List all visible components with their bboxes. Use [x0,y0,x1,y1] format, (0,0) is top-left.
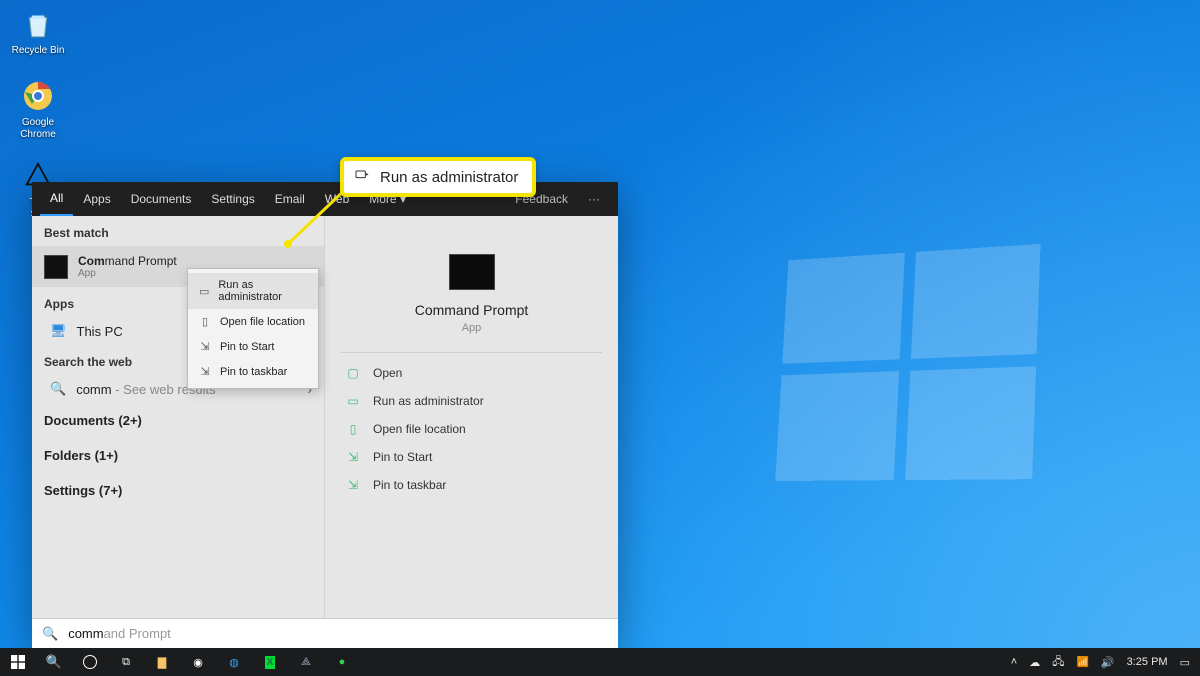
admin-shield-icon: ▭ [345,394,361,408]
result-label: This PC [77,324,123,339]
admin-shield-icon: ▭ [198,285,210,298]
folder-icon: ▯ [198,315,212,328]
volume-icon[interactable]: 🔊 [1101,656,1115,669]
clock[interactable]: 3:25 PM [1127,656,1168,668]
chrome-icon [20,78,56,114]
search-button[interactable]: 🔍 [36,648,72,676]
task-view-button[interactable]: ⧉ [108,648,144,676]
folder-icon: ▇ [158,656,166,669]
pin-icon: ⇲ [345,478,361,492]
menu-label: Run as administrator [218,279,308,303]
preview-title: Command Prompt [325,302,618,318]
result-title: Command Prompt [78,254,177,268]
menu-open-file-location[interactable]: ▯ Open file location [188,309,318,334]
menu-label: Open file location [220,316,305,328]
preview-action-pin-start[interactable]: ⇲ Pin to Start [325,443,618,471]
taskbar: 🔍 ⧉ ▇ ◉ ◍ X ⟁ ● ˄ ☁ 🖧 📶 🔊 3:25 PM ▭ [0,648,1200,676]
search-icon: 🔍 [46,654,62,670]
web-query-text: comm [76,382,111,397]
action-label: Open [373,366,402,380]
search-icon: 🔍 [42,626,58,642]
taskview-icon: ⧉ [122,656,130,669]
action-label: Open file location [373,422,466,436]
excel-icon: X [265,656,276,669]
context-menu: ▭ Run as administrator ▯ Open file locat… [187,268,319,389]
taskbar-app-chrome[interactable]: ◉ [180,648,216,676]
edge-icon: ◍ [229,656,239,669]
folder-icon: ▯ [345,422,361,436]
search-preview-pane: Command Prompt App ▢ Open ▭ Run as admin… [325,216,618,618]
search-suggest-text: and Prompt [104,626,171,641]
taskbar-app-edge[interactable]: ◍ [216,648,252,676]
desktop-icon-label: Recycle Bin [6,45,70,57]
desktop-icon-label: Google Chrome [6,117,70,141]
start-search-panel: All Apps Documents Settings Email Web Mo… [32,182,618,648]
preview-action-open[interactable]: ▢ Open [325,359,618,387]
tab-more-menu[interactable]: ··· [578,183,610,215]
notifications-icon[interactable]: ▭ [1180,656,1190,669]
pin-icon: ⇲ [198,340,212,353]
section-best-match: Best match [32,216,324,246]
tray-overflow-icon[interactable]: ˄ [1011,656,1017,668]
action-label: Pin to taskbar [373,478,446,492]
preview-action-file-location[interactable]: ▯ Open file location [325,415,618,443]
search-left-column: Best match Command Prompt App ▭ Run as a… [32,216,325,618]
preview-action-run-admin[interactable]: ▭ Run as administrator [325,387,618,415]
onedrive-icon[interactable]: ☁ [1029,656,1040,669]
steam-icon: ⟁ [301,656,311,669]
tab-email[interactable]: Email [265,183,315,215]
tab-documents[interactable]: Documents [121,183,202,215]
network-icon[interactable]: 🖧 [1052,653,1064,672]
desktop-icon-recycle-bin[interactable]: Recycle Bin [6,6,70,57]
pin-icon: ⇲ [345,450,361,464]
wallpaper-windows-logo [775,244,1040,481]
tab-apps[interactable]: Apps [73,183,120,215]
circle-icon [83,655,97,669]
preview-type: App [341,322,602,353]
this-pc-icon: 🖥 [50,323,67,339]
command-prompt-icon [44,255,68,279]
taskbar-app-excel[interactable]: X [252,648,288,676]
tab-all[interactable]: All [40,182,73,216]
taskbar-app-explorer[interactable]: ▇ [144,648,180,676]
preview-action-pin-taskbar[interactable]: ⇲ Pin to taskbar [325,471,618,499]
callout-label: Run as administrator [380,169,518,186]
recycle-bin-icon [20,6,56,42]
menu-label: Pin to taskbar [220,366,287,378]
search-typed-text: comm [68,626,103,641]
action-label: Pin to Start [373,450,432,464]
taskbar-app-steam[interactable]: ⟁ [288,648,324,676]
app-icon: ● [339,656,346,668]
menu-run-as-admin[interactable]: ▭ Run as administrator [188,273,318,309]
search-icon: 🔍 [50,381,66,397]
cortana-button[interactable] [72,648,108,676]
action-label: Run as administrator [373,394,484,408]
section-folders[interactable]: Folders (1+) [32,438,324,473]
tab-settings[interactable]: Settings [201,183,264,215]
system-tray: ˄ ☁ 🖧 📶 🔊 3:25 PM ▭ [1001,653,1200,672]
open-icon: ▢ [345,366,361,380]
callout-highlight: Run as administrator [340,157,536,197]
desktop-icon-chrome[interactable]: Google Chrome [6,78,70,141]
result-subtitle: App [78,268,177,279]
menu-pin-start[interactable]: ⇲ Pin to Start [188,334,318,359]
section-documents[interactable]: Documents (2+) [32,403,324,438]
wifi-icon[interactable]: 📶 [1076,657,1088,668]
preview-app-icon [449,254,495,290]
taskbar-app-generic[interactable]: ● [324,648,360,676]
search-input-bar[interactable]: 🔍 command Prompt [32,618,618,648]
menu-pin-taskbar[interactable]: ⇲ Pin to taskbar [188,359,318,384]
pin-icon: ⇲ [198,365,212,378]
chrome-icon: ◉ [193,656,203,669]
section-settings[interactable]: Settings (7+) [32,473,324,508]
admin-shield-icon [354,167,370,187]
menu-label: Pin to Start [220,341,274,353]
start-button[interactable] [0,648,36,676]
